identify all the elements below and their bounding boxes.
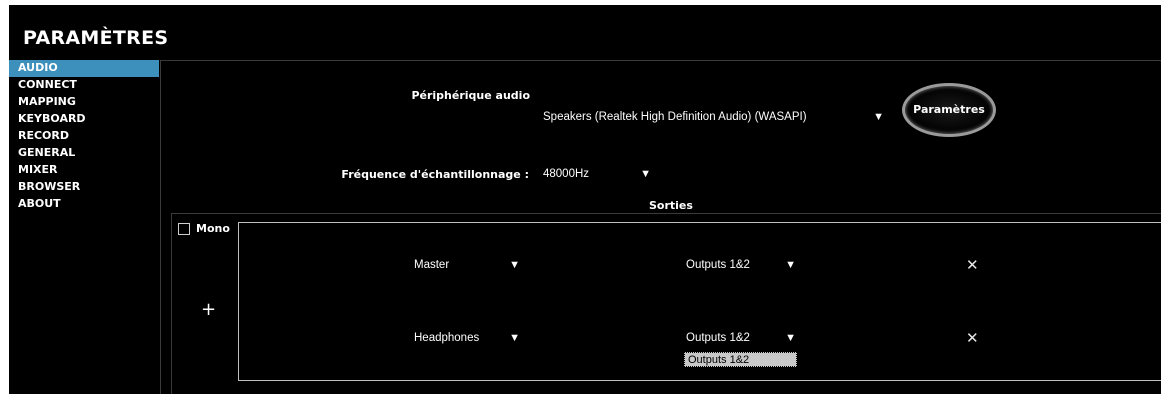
app-window: PARAMÈTRES AUDIO CONNECT MAPPING KEYBOAR… xyxy=(9,5,1161,394)
header-divider xyxy=(160,60,1161,61)
sidebar: AUDIO CONNECT MAPPING KEYBOARD RECORD GE… xyxy=(9,60,161,394)
parametres-button[interactable]: Paramètres xyxy=(902,83,996,137)
route-2-source-select[interactable]: Headphones ▼ xyxy=(409,327,527,349)
route-2-remove-icon[interactable]: ✕ xyxy=(966,329,979,347)
sidebar-item-connect[interactable]: CONNECT xyxy=(9,77,159,94)
mono-label: Mono xyxy=(196,222,230,235)
route-2-output-select[interactable]: Outputs 1&2 ▼ xyxy=(681,327,803,349)
sample-rate-value: 48000Hz xyxy=(543,168,590,180)
route-1-output-select[interactable]: Outputs 1&2 ▼ xyxy=(681,254,803,276)
route-1-output-value: Outputs 1&2 xyxy=(686,259,750,271)
sidebar-item-about[interactable]: ABOUT xyxy=(9,196,159,213)
chevron-down-icon: ▼ xyxy=(640,168,651,180)
sidebar-item-keyboard[interactable]: KEYBOARD xyxy=(9,111,159,128)
output-dropdown-option[interactable]: Outputs 1&2 xyxy=(684,352,797,367)
sample-rate-label: Fréquence d'échantillonnage : xyxy=(341,168,529,181)
route-1-remove-icon[interactable]: ✕ xyxy=(966,256,979,274)
sidebar-item-general[interactable]: GENERAL xyxy=(9,145,159,162)
outputs-heading: Sorties xyxy=(649,199,693,212)
chevron-down-icon: ▼ xyxy=(509,332,520,344)
page-title: PARAMÈTRES xyxy=(23,27,169,49)
outputs-left-border xyxy=(171,213,172,394)
sample-rate-select[interactable]: 48000Hz ▼ xyxy=(538,163,658,185)
sidebar-item-audio[interactable]: AUDIO xyxy=(9,60,159,77)
sidebar-item-mapping[interactable]: MAPPING xyxy=(9,94,159,111)
chevron-down-icon: ▼ xyxy=(873,111,884,123)
sidebar-item-mixer[interactable]: MIXER xyxy=(9,162,159,179)
sidebar-item-record[interactable]: RECORD xyxy=(9,128,159,145)
route-1-source-select[interactable]: Master ▼ xyxy=(409,254,527,276)
audio-device-select[interactable]: Speakers (Realtek High Definition Audio)… xyxy=(538,106,891,128)
chevron-down-icon: ▼ xyxy=(785,332,796,344)
chevron-down-icon: ▼ xyxy=(785,259,796,271)
sidebar-item-browser[interactable]: BROWSER xyxy=(9,179,159,196)
mono-checkbox[interactable] xyxy=(178,223,190,235)
route-1-source-value: Master xyxy=(414,259,450,271)
chevron-down-icon: ▼ xyxy=(509,259,520,271)
audio-device-label: Périphérique audio xyxy=(411,89,530,102)
add-output-button[interactable]: + xyxy=(201,299,216,320)
route-2-output-value: Outputs 1&2 xyxy=(686,332,750,344)
audio-device-value: Speakers (Realtek High Definition Audio)… xyxy=(543,111,807,123)
outputs-divider xyxy=(171,213,1161,214)
route-2-source-value: Headphones xyxy=(414,332,480,344)
